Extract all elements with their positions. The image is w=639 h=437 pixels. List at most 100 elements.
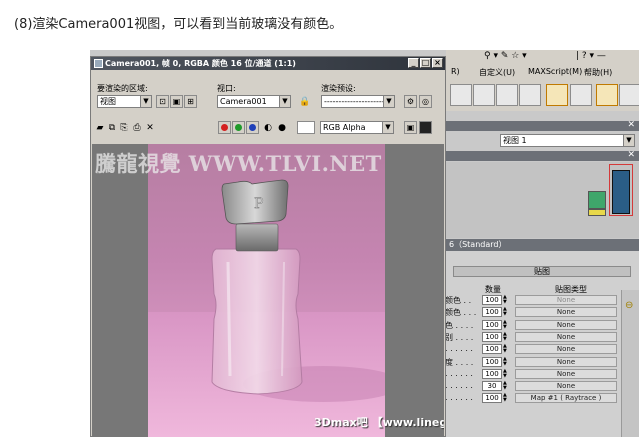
quick-render-icon[interactable] (570, 84, 592, 106)
map-amount-input[interactable]: 100 (482, 393, 502, 404)
map-row: 色 . . . . 100 ▲ ▼ None (445, 319, 639, 331)
menu-customize[interactable]: 自定义(U) (479, 67, 515, 78)
clone-window-icon[interactable]: ⧉ (107, 123, 117, 133)
map-slot-button[interactable]: None (515, 344, 617, 355)
display-icon[interactable] (419, 121, 432, 134)
map-amount-input[interactable]: 100 (482, 319, 502, 330)
viewport-select[interactable]: Camera001 ▼ (217, 95, 291, 108)
menu-help[interactable]: 帮助(H) (584, 67, 612, 78)
map-amount-input[interactable]: 100 (482, 344, 502, 355)
map-slot-button[interactable]: Map #1 ( Raytrace ) (515, 393, 617, 404)
spinner-icon[interactable]: ▲ ▼ (503, 295, 508, 305)
spinner-icon[interactable]: ▲ ▼ (503, 381, 508, 391)
lock-icon[interactable]: 🔒 (299, 97, 310, 107)
area-select[interactable]: 视图 ▼ (97, 95, 152, 108)
search-icon[interactable]: ⚲ ▾ ✎ ☆ ▾ (484, 51, 527, 61)
map-type-column-header: 贴图类型 (555, 285, 587, 294)
rendered-image: P (148, 144, 385, 437)
map-slot-button[interactable]: None (515, 381, 617, 392)
toggle-ui-overlay-icon[interactable]: ▣ (404, 121, 417, 134)
node-green[interactable] (588, 191, 606, 209)
spinner-icon[interactable]: ▲ ▼ (503, 307, 508, 317)
viewport-label: 视口: (217, 84, 236, 93)
map-amount-input[interactable]: 100 (482, 368, 502, 379)
node-yellow[interactable] (588, 209, 606, 216)
red-channel-dot (221, 124, 228, 131)
render-window-title: Camera001, 帧 0, RGBA 颜色 16 位/通道 (1:1) (105, 59, 296, 68)
spinner-icon[interactable]: ▲ ▼ (503, 393, 508, 403)
spinner-icon[interactable]: ▲ ▼ (503, 344, 508, 354)
material-editor-icon[interactable] (473, 84, 495, 106)
clear-icon[interactable]: ✕ (145, 123, 155, 133)
close-icon[interactable]: ✕ (627, 150, 635, 160)
render-window-titlebar: Camera001, 帧 0, RGBA 颜色 16 位/通道 (1:1) _ … (91, 57, 445, 70)
edit-region-icon[interactable]: ⊡ (156, 95, 169, 108)
print-icon[interactable]: ⎙ (132, 123, 142, 133)
select-region-icon[interactable]: ⊞ (184, 95, 197, 108)
render-setup-icon[interactable]: ⚙ (404, 95, 417, 108)
render-frame-icon[interactable] (546, 84, 568, 106)
copy-image-icon[interactable]: ⎘ (119, 123, 129, 133)
app-icon (94, 59, 103, 68)
max-main-toolbar (446, 79, 639, 111)
map-row-label: 别 . . . . (445, 332, 474, 342)
render-setup-icon[interactable] (496, 84, 518, 106)
map-amount-input[interactable]: 100 (482, 307, 502, 318)
map-slot-button[interactable]: None (515, 331, 617, 342)
map-slot-button[interactable]: None (515, 319, 617, 330)
node-blue[interactable] (612, 170, 630, 214)
viewport-select-value: 视图 1 (503, 136, 527, 145)
map-amount-input[interactable]: 100 (482, 331, 502, 342)
map-row-label: . . . . . . (445, 344, 473, 354)
close-icon[interactable]: ✕ (627, 120, 635, 130)
map-amount-input[interactable]: 100 (482, 295, 502, 305)
chevron-down-icon: ▼ (140, 96, 151, 107)
map-row-label: 色 . . . . (445, 320, 474, 330)
viewport-select-value: Camera001 (220, 97, 267, 106)
save-image-icon[interactable]: ▰ (95, 123, 105, 133)
green-channel-dot (235, 124, 242, 131)
lock-icon[interactable]: ⊖ (625, 300, 633, 311)
spinner-icon[interactable]: ▲ ▼ (503, 356, 508, 367)
spinner-icon[interactable]: ▲ ▼ (503, 319, 508, 330)
spinner-icon[interactable]: ▲ ▼ (503, 368, 508, 379)
map-amount-input[interactable]: 30 (482, 381, 502, 392)
maps-header[interactable]: 贴图 (453, 266, 631, 277)
map-row: . . . . . . 100 ▲ ▼ Map #1 ( Raytrace ) (445, 393, 639, 404)
chevron-down-icon: ▼ (383, 96, 394, 107)
map-slot-button[interactable]: None (515, 368, 617, 379)
alpha-channel-icon[interactable]: ◐ (263, 123, 273, 133)
channel-display-select[interactable]: RGB Alpha ▼ (320, 121, 394, 134)
monochrome-icon[interactable]: ● (277, 123, 287, 133)
viewport-select[interactable]: 视图 1 ▼ (500, 134, 635, 147)
menu-partial[interactable]: R) (451, 67, 460, 76)
render-canvas: P 騰龍視覺 WWW.TLVI.NET 3Dmax吧 【www.lineg.co… (92, 144, 444, 437)
map-row-label: 颜色 . . . (445, 308, 477, 318)
amount-column-header: 数量 (485, 285, 501, 294)
chevron-down-icon: ▼ (382, 122, 393, 133)
map-slot-button[interactable]: None (515, 307, 617, 318)
map-amount-input[interactable]: 100 (482, 356, 502, 367)
glass-body (211, 248, 303, 395)
map-slot-button[interactable]: None (515, 356, 617, 367)
preset-select[interactable]: ---------------------- ▼ (321, 95, 395, 108)
color-swatch[interactable] (297, 121, 315, 134)
menu-maxscript[interactable]: MAXScript(M) (528, 67, 582, 76)
auto-region-icon[interactable]: ▣ (170, 95, 183, 108)
minimize-button[interactable]: _ (408, 58, 419, 68)
map-row-label: 颜色 . . (445, 296, 472, 305)
help-icon[interactable]: | ? ▾ — (576, 51, 606, 61)
area-label: 要渲染的区域: (97, 84, 148, 93)
credit-text: 3Dmax吧 【www.lineg.com/tieba/1771】 (314, 416, 444, 429)
map-slot-button[interactable]: None (515, 295, 617, 305)
active-render-icon[interactable] (596, 84, 618, 106)
maximize-button[interactable]: □ (420, 58, 431, 68)
environment-icon[interactable]: ◎ (419, 95, 432, 108)
close-button[interactable]: × (432, 58, 443, 68)
toolbar-icon-1[interactable] (450, 84, 472, 106)
teapot-icon[interactable] (619, 84, 639, 106)
spinner-icon[interactable]: ▲ ▼ (503, 331, 508, 342)
toolbar-icon-4[interactable] (519, 84, 541, 106)
preset-select-value: ---------------------- (324, 97, 388, 106)
material-title: 6（Standard） (445, 239, 639, 251)
